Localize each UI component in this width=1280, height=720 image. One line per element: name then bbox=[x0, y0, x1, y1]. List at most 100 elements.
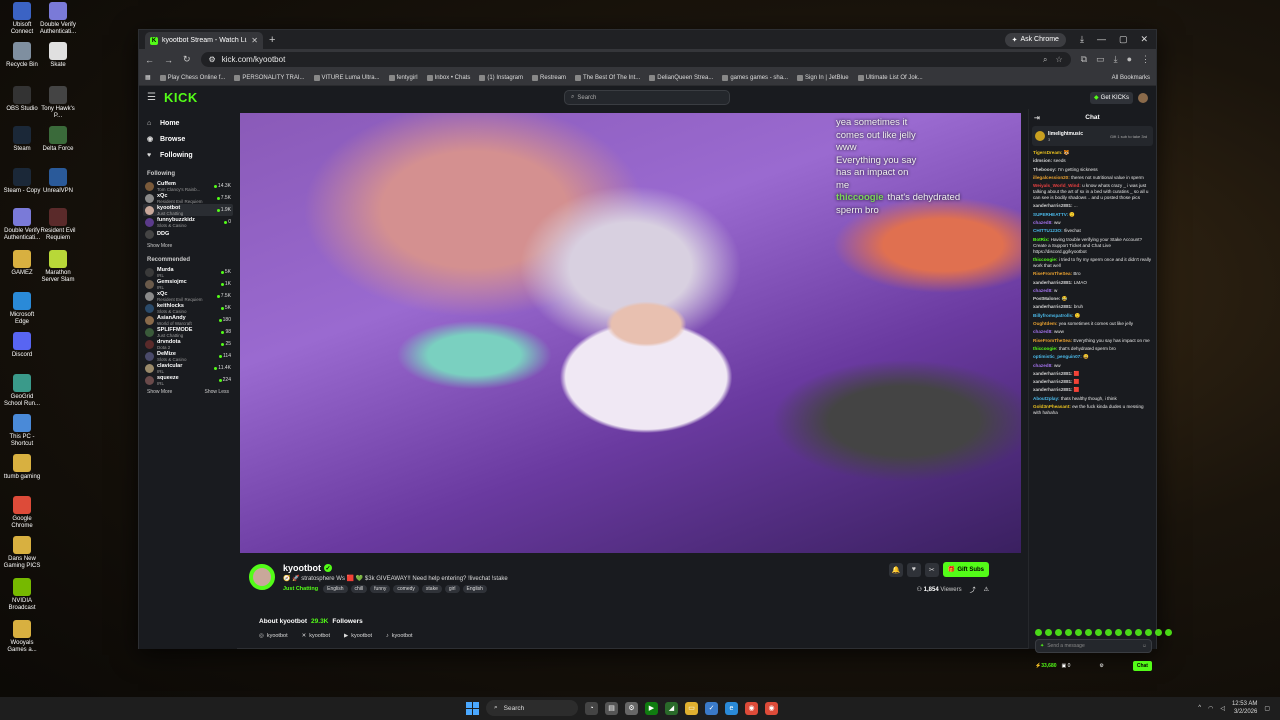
emote-icon[interactable] bbox=[1055, 629, 1062, 636]
gamepass-icon[interactable]: ◢ bbox=[665, 701, 678, 715]
desktop-shortcut[interactable]: Discord bbox=[2, 332, 42, 359]
site-info-icon[interactable]: ⚙ bbox=[209, 55, 216, 64]
stream-tag[interactable]: funny bbox=[370, 585, 391, 593]
chat-username[interactable]: chazed8: bbox=[1033, 288, 1053, 293]
channel-row[interactable]: keithlocks Slots & Casino 5K bbox=[143, 302, 233, 314]
emote-icon[interactable] bbox=[1145, 629, 1152, 636]
stream-tag[interactable]: comedy bbox=[393, 585, 419, 593]
chat-username[interactable]: Oughtdem: bbox=[1033, 321, 1058, 326]
chat-username[interactable]: RiseFromTheSea: bbox=[1033, 338, 1072, 343]
url-input[interactable]: ⚙ kick.com/kyootbot ⌕ ☆ bbox=[200, 52, 1071, 67]
follow-heart-icon[interactable]: ♥ bbox=[906, 562, 921, 577]
social-link[interactable]: ▶ kyootbot bbox=[344, 633, 372, 639]
desktop-shortcut[interactable]: OBS Studio bbox=[2, 86, 42, 113]
show-less-button[interactable]: Show Less bbox=[205, 389, 229, 395]
chat-username[interactable]: thiccoogie: bbox=[1033, 257, 1058, 262]
forward-icon[interactable]: → bbox=[164, 55, 173, 65]
stream-category[interactable]: Just Chatting bbox=[283, 586, 318, 592]
task-view-icon[interactable]: ▤ bbox=[605, 701, 618, 715]
collapse-chat-icon[interactable]: ⇥ bbox=[1034, 114, 1040, 122]
widgets-icon[interactable]: ◔ bbox=[585, 701, 598, 715]
desktop-shortcut[interactable]: Double Verify Authenticati... bbox=[2, 208, 42, 242]
browser-tab[interactable]: K kyootbot Stream - Watch Li... ✕ bbox=[145, 32, 263, 49]
bookmark-item[interactable]: Sign In | JetBlue bbox=[797, 74, 849, 81]
emote-icon[interactable] bbox=[1085, 629, 1092, 636]
bookmark-item[interactable]: Play Chess Online f... bbox=[159, 74, 225, 81]
desktop-shortcut[interactable]: ttumb gaming bbox=[2, 454, 42, 481]
channel-row[interactable]: Cuffem Tom Clancy's Rainb... 14.3K bbox=[143, 180, 233, 192]
desktop-shortcut[interactable]: This PC - Shortcut bbox=[2, 414, 42, 448]
chat-username[interactable]: idmsion: bbox=[1033, 158, 1052, 163]
taskbar-search[interactable]: ⌕ Search bbox=[486, 700, 578, 716]
channel-row[interactable]: xQc Resident Evil Requiem 7.5K bbox=[143, 192, 233, 204]
chat-username[interactable]: xanderharris2881: bbox=[1033, 280, 1073, 285]
desktop-shortcut[interactable]: Marathon Server Slam bbox=[38, 250, 78, 284]
channel-row[interactable]: kyootbot Just Chatting 1.9K bbox=[143, 204, 233, 216]
close-tab-icon[interactable]: ✕ bbox=[251, 36, 258, 45]
notification-icon[interactable]: ▢ bbox=[1264, 705, 1270, 712]
channel-avatar[interactable] bbox=[249, 564, 275, 590]
chat-username[interactable]: xanderharris2881: bbox=[1033, 387, 1073, 392]
desktop-shortcut[interactable]: Wooyals Games a... bbox=[2, 620, 42, 654]
sidebar-icon[interactable]: ▭ bbox=[1096, 54, 1105, 65]
profile-icon[interactable]: ● bbox=[1127, 54, 1132, 65]
bookmark-item[interactable]: DelianQueen Strea... bbox=[649, 74, 713, 81]
emote-icon[interactable] bbox=[1035, 629, 1042, 636]
send-chat-button[interactable]: Chat bbox=[1132, 661, 1152, 671]
new-tab-icon[interactable]: + bbox=[269, 34, 275, 46]
store-icon[interactable]: ✓ bbox=[705, 701, 718, 715]
chat-username[interactable]: illegalcession20: bbox=[1033, 175, 1070, 180]
emoji-picker-icon[interactable]: ☺ bbox=[1142, 643, 1147, 649]
user-avatar[interactable] bbox=[1138, 92, 1148, 103]
chrome-icon[interactable]: ◉ bbox=[745, 701, 758, 715]
channel-row[interactable]: funnybuzzkidz Slots & Casino 0 bbox=[143, 216, 233, 228]
desktop-shortcut[interactable]: NVIDIA Broadcast bbox=[2, 578, 42, 612]
desktop-shortcut[interactable]: Microsoft Edge bbox=[2, 292, 42, 326]
emote-icon[interactable] bbox=[1115, 629, 1122, 636]
volume-icon[interactable]: ◁ bbox=[1220, 705, 1225, 712]
extensions-icon[interactable]: ⧉ bbox=[1081, 54, 1087, 65]
bookmark-item[interactable]: Restream bbox=[532, 74, 566, 81]
chat-username[interactable]: Billyfromspatrolls: bbox=[1033, 313, 1074, 318]
sidebar-item-following[interactable]: ♥ Following bbox=[143, 147, 233, 163]
stream-tag[interactable]: English bbox=[323, 585, 348, 593]
chat-gear-icon[interactable]: ⚙ bbox=[1099, 663, 1103, 669]
chat-input[interactable]: ✦ Send a message ☺ bbox=[1035, 639, 1152, 653]
kick-logo[interactable]: KICK bbox=[164, 90, 198, 105]
chat-username[interactable]: Weiyals_World_Wind: bbox=[1033, 183, 1081, 188]
bookmark-star-icon[interactable]: ☆ bbox=[1055, 55, 1062, 65]
reload-icon[interactable]: ↻ bbox=[183, 54, 191, 65]
show-more-following-button[interactable]: Show More bbox=[147, 243, 172, 249]
chat-username[interactable]: CHITTU123O: bbox=[1033, 228, 1063, 233]
menu-icon[interactable]: ⋮ bbox=[1141, 54, 1150, 65]
channel-row[interactable]: xQc Resident Evil Requiem 7.5K bbox=[143, 290, 233, 302]
clock[interactable]: 12:53 AM 3/2/2026 bbox=[1232, 700, 1257, 716]
wifi-icon[interactable]: ◠ bbox=[1208, 705, 1213, 712]
chat-settings-icon[interactable]: ✦ bbox=[1040, 643, 1044, 649]
chat-username[interactable]: chazed8: bbox=[1033, 329, 1053, 334]
clip-icon[interactable]: ✂ bbox=[924, 562, 939, 577]
all-bookmarks-button[interactable]: All Bookmarks bbox=[1112, 75, 1150, 81]
chat-username[interactable]: Gold3nPheasant: bbox=[1033, 404, 1071, 409]
emote-icon[interactable] bbox=[1095, 629, 1102, 636]
chat-username[interactable]: xanderharris2881: bbox=[1033, 203, 1073, 208]
pinned-gift-banner[interactable]: limelightmusic 3 Gift 1 sub to take 3rd bbox=[1032, 126, 1153, 146]
emote-icon[interactable] bbox=[1075, 629, 1082, 636]
chat-username[interactable]: PostMalone: bbox=[1033, 296, 1060, 301]
chat-username[interactable]: xanderharris2881: bbox=[1033, 371, 1073, 376]
xbox-icon[interactable]: ▶ bbox=[645, 701, 658, 715]
channel-row[interactable]: SPLIFFMODE Just Chatting 98 bbox=[143, 326, 233, 338]
emote-icon[interactable] bbox=[1045, 629, 1052, 636]
channel-row[interactable]: clavicular IRL 11.4K bbox=[143, 362, 233, 374]
social-link[interactable]: ◎ kyootbot bbox=[259, 633, 288, 639]
hamburger-menu-icon[interactable]: ☰ bbox=[147, 92, 156, 103]
sidebar-item-browse[interactable]: ◉ Browse bbox=[143, 131, 233, 147]
desktop-shortcut[interactable]: Double Verify Authenticati... bbox=[38, 2, 78, 36]
minimize-icon[interactable]: — bbox=[1097, 34, 1106, 45]
chat-username[interactable]: TigersDream: bbox=[1033, 150, 1063, 155]
tray-chevron-icon[interactable]: ^ bbox=[1198, 705, 1201, 711]
social-link[interactable]: ♪ kyootbot bbox=[386, 633, 413, 639]
chat-username[interactable]: RiseFromTheSea: bbox=[1033, 271, 1072, 276]
ask-chrome-button[interactable]: ✦ Ask Chrome bbox=[1004, 32, 1066, 47]
share-icon[interactable]: ⤴ bbox=[970, 585, 976, 594]
